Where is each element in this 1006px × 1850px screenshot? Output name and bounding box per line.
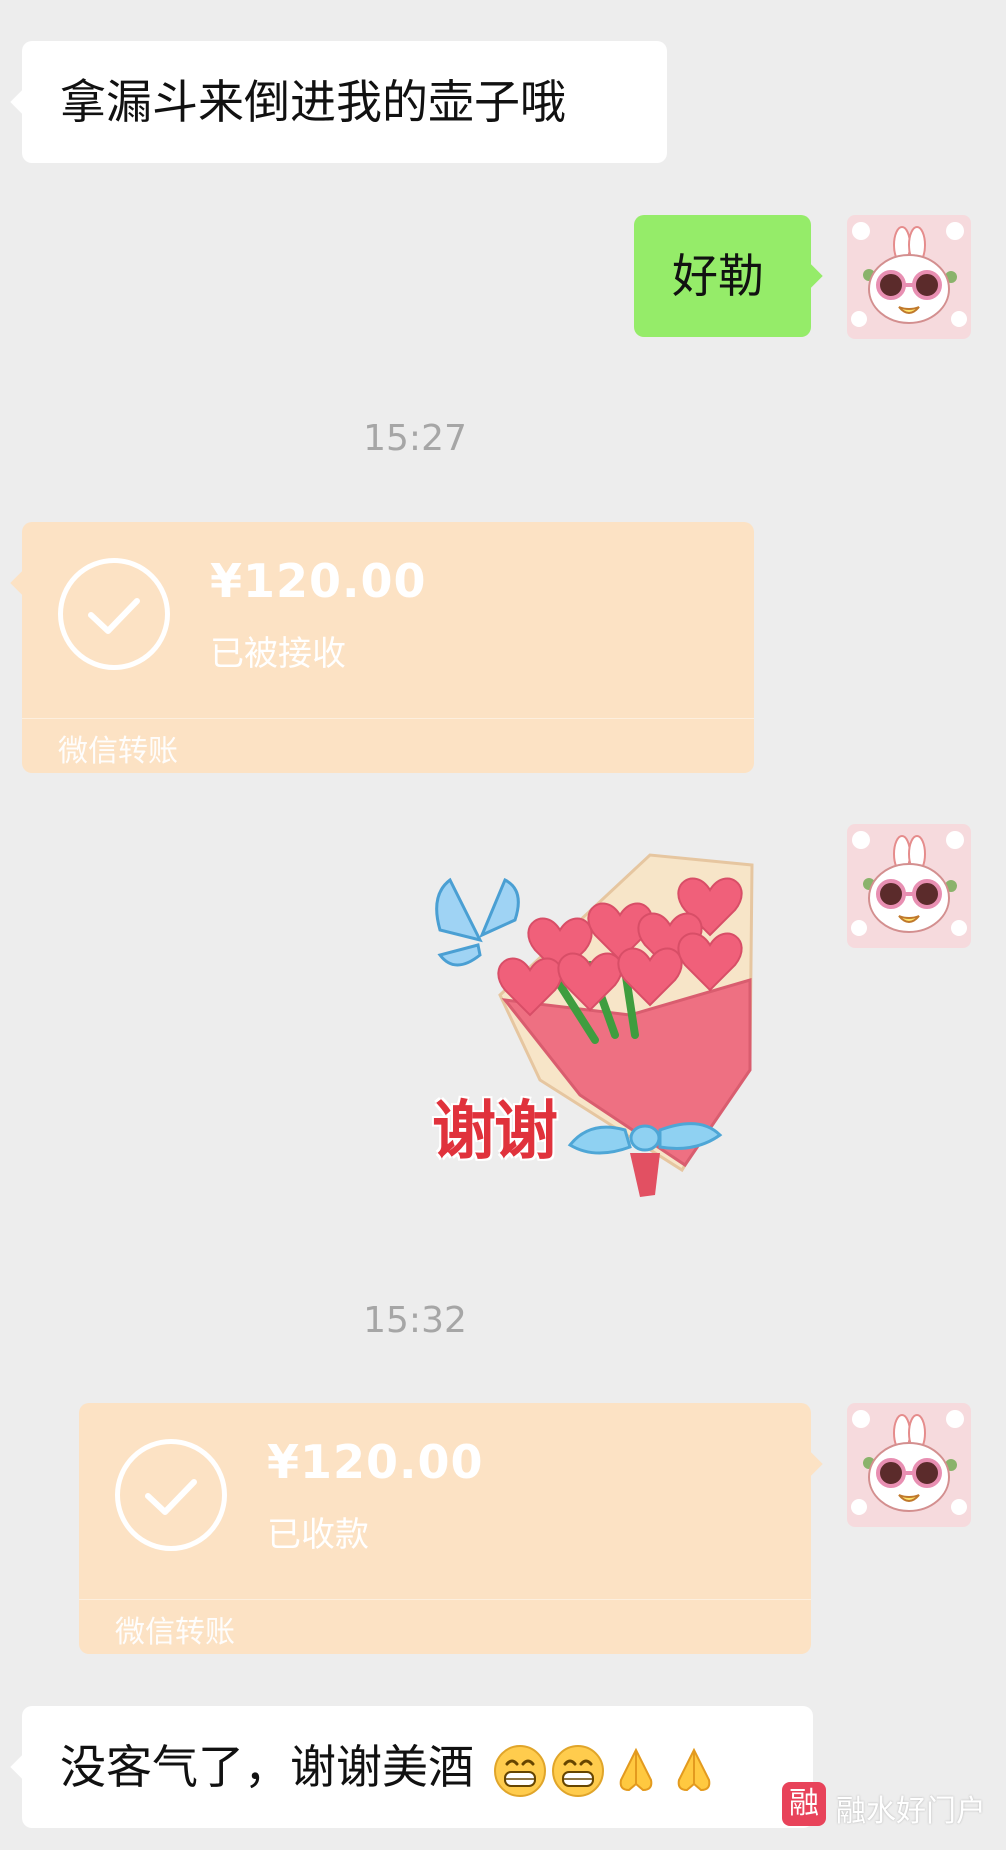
bunny-avatar-icon: [847, 215, 971, 339]
incoming-message-bubble[interactable]: 没客气了，谢谢美酒: [22, 1706, 813, 1828]
avatar[interactable]: [847, 215, 971, 339]
transfer-amount: ¥120.00: [210, 554, 427, 608]
wechat-transfer-card[interactable]: ¥120.00 已被接收 微信转账: [22, 522, 754, 773]
transfer-amount: ¥120.00: [267, 1435, 484, 1489]
message-text: 拿漏斗来倒进我的壶子哦: [60, 75, 566, 129]
transfer-footer-label: 微信转账: [58, 734, 178, 769]
bunny-avatar-icon: [847, 1403, 971, 1527]
grin-emoji-icon: [551, 1744, 604, 1797]
watermark-logo-char: 融: [789, 1786, 819, 1821]
watermark: 融 融水好门户: [782, 1782, 1006, 1832]
timestamp: 15:32: [363, 1300, 467, 1341]
grin-emoji-icon: [493, 1744, 546, 1797]
incoming-message-bubble[interactable]: 拿漏斗来倒进我的壶子哦: [22, 41, 667, 163]
pray-hands-icon: [619, 1747, 652, 1791]
check-circle-icon: [115, 1439, 227, 1551]
watermark-name: 融水好门户: [836, 1794, 986, 1829]
message-text: 好勒: [672, 249, 764, 303]
check-circle-icon: [58, 558, 170, 670]
avatar[interactable]: [847, 1403, 971, 1527]
timestamp: 15:27: [363, 418, 467, 459]
sticker-text: 谢谢: [432, 1094, 558, 1169]
wechat-transfer-card[interactable]: ¥120.00 已收款 微信转账: [79, 1403, 811, 1654]
transfer-status: 已被接收: [210, 634, 346, 674]
avatar[interactable]: [847, 824, 971, 948]
watermark-logo: 融: [782, 1782, 826, 1826]
transfer-footer-label: 微信转账: [115, 1615, 235, 1650]
bunny-avatar-icon: [847, 824, 971, 948]
divider: [22, 718, 754, 719]
transfer-status: 已收款: [267, 1515, 369, 1555]
outgoing-message-bubble[interactable]: 好勒: [634, 215, 811, 337]
pray-hands-icon: [677, 1747, 710, 1791]
sticker-flower-bouquet[interactable]: 谢谢: [420, 835, 790, 1205]
message-text: 没客气了，谢谢美酒: [60, 1740, 474, 1794]
divider: [79, 1599, 811, 1600]
